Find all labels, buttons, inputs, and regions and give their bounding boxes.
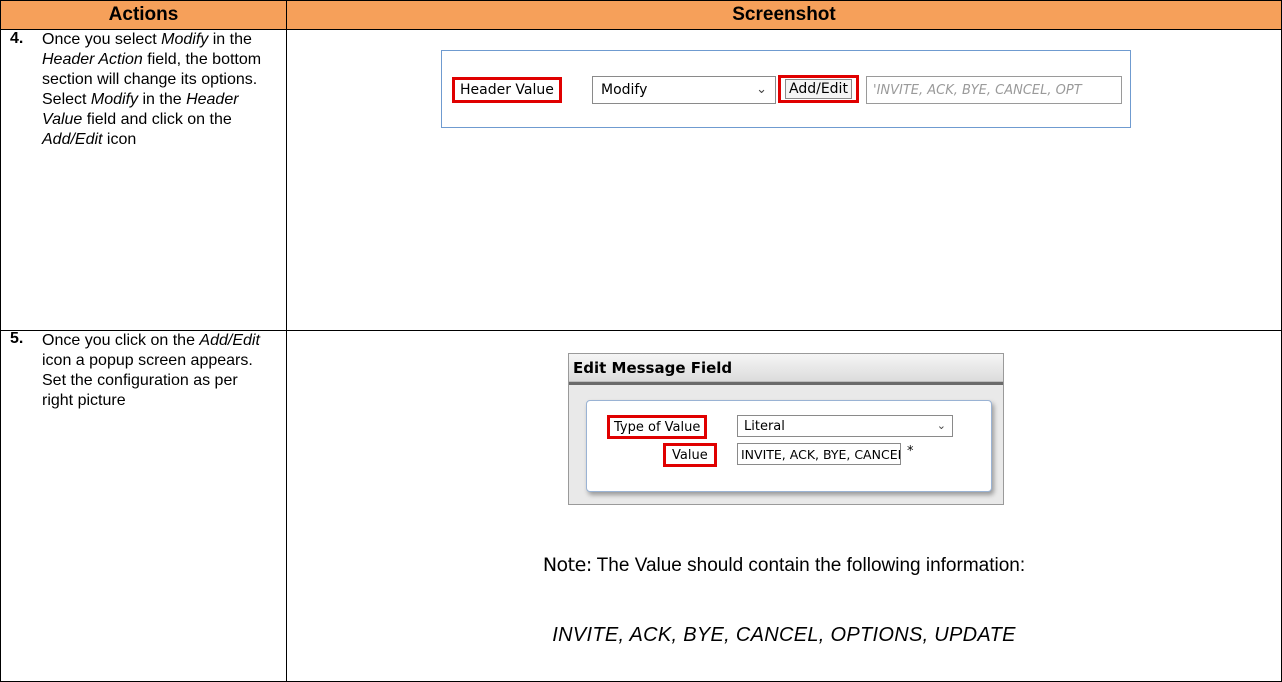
add-edit-button[interactable]: Add/Edit xyxy=(778,75,859,103)
header-value-label: Header Value xyxy=(452,77,562,103)
required-asterisk: * xyxy=(907,444,914,459)
row-4-actions-cell: 4. Once you select Modify in the Header … xyxy=(0,29,287,331)
step-text: Once you click on the Add/Edit icon a po… xyxy=(42,332,260,409)
note-prefix: Note: xyxy=(542,554,592,576)
step-number: 4. xyxy=(10,30,24,47)
edit-message-field-dialog: Edit Message Field Type of Value Literal… xyxy=(568,353,1004,505)
chevron-down-icon: ⌄ xyxy=(936,419,946,432)
type-of-value-select[interactable]: Literal ⌄ xyxy=(737,415,953,437)
title-divider xyxy=(569,382,1003,385)
value-label: Value xyxy=(663,443,717,467)
dialog-panel: Type of Value Literal ⌄ Value INVITE, AC… xyxy=(586,400,992,492)
row-5-actions-cell: 5. Once you click on the Add/Edit icon a… xyxy=(0,330,287,682)
chevron-down-icon: ⌄ xyxy=(756,82,767,97)
add-edit-label: Add/Edit xyxy=(785,79,852,99)
step-number: 5. xyxy=(10,330,24,347)
select-value: Literal xyxy=(744,418,785,434)
header-value-screenshot: Header Value Modify ⌄ Add/Edit 'INVITE, … xyxy=(441,50,1131,128)
row-divider xyxy=(0,330,1282,331)
type-of-value-label: Type of Value xyxy=(607,415,708,439)
value-input[interactable]: INVITE, ACK, BYE, CANCEL, xyxy=(737,443,901,465)
step-text: Once you select Modify in the Header Act… xyxy=(42,31,262,148)
header-screenshot: Screenshot xyxy=(286,0,1282,30)
dialog-title: Edit Message Field xyxy=(569,354,1003,382)
header-value-input[interactable]: 'INVITE, ACK, BYE, CANCEL, OPT xyxy=(866,76,1122,104)
select-value: Modify xyxy=(601,82,648,98)
note-value-list: INVITE, ACK, BYE, CANCEL, OPTIONS, UPDAT… xyxy=(552,624,1016,646)
header-actions: Actions xyxy=(0,0,287,30)
header-value-select[interactable]: Modify ⌄ xyxy=(592,76,776,104)
note-body: The Value should contain the following i… xyxy=(591,555,1026,576)
note-text: Note: The Value should contain the follo… xyxy=(296,554,1272,577)
